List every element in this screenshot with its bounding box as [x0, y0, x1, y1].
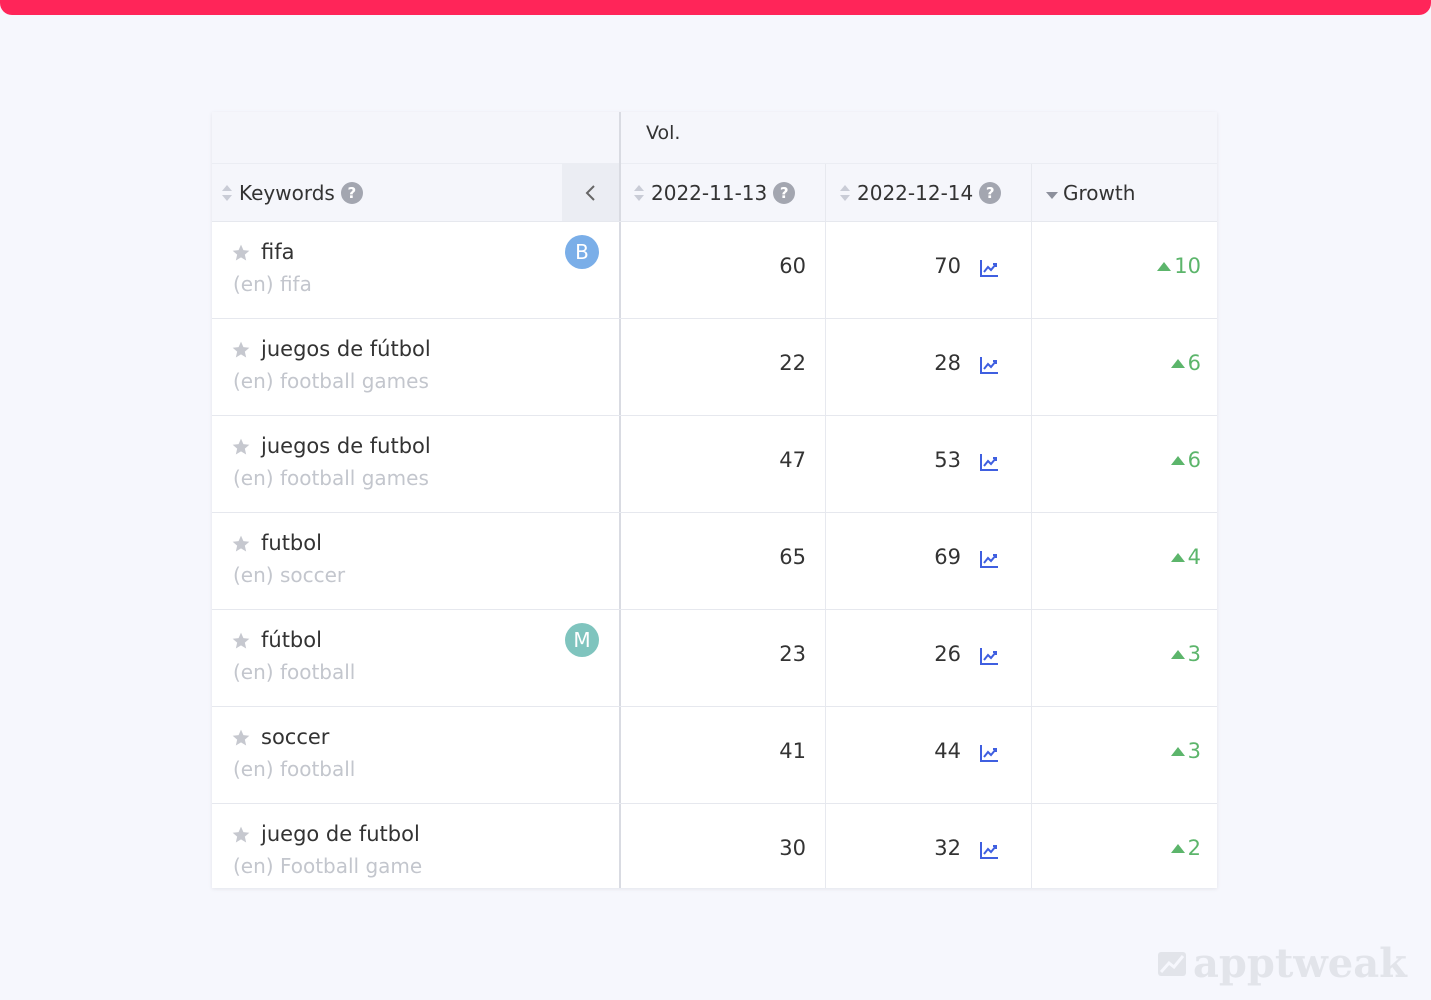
- watermark-text: apptweak: [1193, 940, 1407, 987]
- growth-up-icon: [1170, 358, 1185, 368]
- keyword-translation: (en) fifa: [233, 272, 312, 296]
- volume-date2: 32: [934, 836, 961, 860]
- volume-date1: 47: [779, 448, 806, 472]
- keyword-badge: M: [565, 623, 599, 657]
- trend-chart-icon[interactable]: [979, 743, 999, 763]
- volume-date1: 65: [779, 545, 806, 569]
- apptweak-watermark: apptweak: [1157, 940, 1407, 987]
- column-growth[interactable]: Growth: [1045, 164, 1135, 221]
- sort-icon: [633, 183, 645, 203]
- column-date1-label: 2022-11-13: [651, 180, 768, 205]
- star-icon[interactable]: [231, 437, 251, 457]
- volume-date2: 69: [934, 545, 961, 569]
- growth-up-icon: [1170, 746, 1185, 756]
- table-row[interactable]: fifa (en) fifa B 60 70 10: [212, 221, 1217, 317]
- growth-number: 2: [1187, 836, 1201, 860]
- table-row[interactable]: fútbol (en) football M 23 26 3: [212, 609, 1217, 705]
- keyword-translation: (en) soccer: [233, 563, 346, 587]
- sort-descending-icon: [1045, 183, 1058, 203]
- column-date1[interactable]: 2022-11-13 ?: [633, 164, 796, 221]
- help-icon[interactable]: ?: [340, 181, 363, 204]
- star-icon[interactable]: [231, 243, 251, 263]
- growth-number: 4: [1187, 545, 1201, 569]
- keyword-translation: (en) football games: [233, 369, 429, 393]
- trend-chart-icon[interactable]: [979, 549, 999, 569]
- star-icon[interactable]: [231, 631, 251, 651]
- keyword-text[interactable]: juego de futbol: [261, 822, 420, 846]
- table-row[interactable]: juegos de futbol (en) football games 47 53 6: [212, 415, 1217, 511]
- growth-up-icon: [1170, 649, 1185, 659]
- keyword-translation: (en) football: [233, 757, 356, 781]
- volume-group-label: Vol.: [646, 122, 681, 144]
- trend-chart-icon[interactable]: [979, 355, 999, 375]
- star-icon[interactable]: [231, 340, 251, 360]
- keyword-text[interactable]: fútbol: [261, 628, 322, 652]
- sort-icon: [221, 183, 233, 203]
- star-icon[interactable]: [231, 728, 251, 748]
- growth-up-icon: [1170, 455, 1185, 465]
- volume-date1: 30: [779, 836, 806, 860]
- growth-value: 6: [1170, 448, 1201, 472]
- column-date2-label: 2022-12-14: [857, 180, 974, 205]
- volume-date2: 44: [934, 739, 961, 763]
- keyword-text[interactable]: juegos de futbol: [261, 434, 431, 458]
- column-keywords-label: Keywords: [239, 180, 335, 205]
- trend-chart-icon[interactable]: [979, 646, 999, 666]
- help-icon[interactable]: ?: [773, 181, 796, 204]
- growth-value: 3: [1170, 642, 1201, 666]
- growth-up-icon: [1170, 843, 1185, 853]
- table-row[interactable]: futbol (en) soccer 65 69 4: [212, 512, 1217, 608]
- volume-date1: 22: [779, 351, 806, 375]
- growth-value: 4: [1170, 545, 1201, 569]
- growth-value: 3: [1170, 739, 1201, 763]
- keyword-badge: B: [565, 235, 599, 269]
- growth-number: 10: [1174, 254, 1201, 278]
- trend-chart-icon[interactable]: [979, 840, 999, 860]
- volume-date1: 23: [779, 642, 806, 666]
- chevron-left-icon: [585, 184, 595, 201]
- volume-date2: 53: [934, 448, 961, 472]
- trend-chart-icon[interactable]: [979, 258, 999, 278]
- growth-up-icon: [1170, 552, 1185, 562]
- growth-number: 3: [1187, 739, 1201, 763]
- keyword-text[interactable]: futbol: [261, 531, 322, 555]
- help-icon[interactable]: ?: [979, 181, 1002, 204]
- column-growth-label: Growth: [1063, 180, 1136, 205]
- column-date2[interactable]: 2022-12-14 ?: [839, 164, 1002, 221]
- growth-number: 6: [1187, 351, 1201, 375]
- table-row[interactable]: juego de futbol (en) Football game 30 32 2: [212, 803, 1217, 888]
- column-header-row: Keywords ? 2022-11-13 ? 2022-12-14 ? Gro…: [212, 164, 1217, 221]
- table-row[interactable]: soccer (en) football 41 44 3: [212, 706, 1217, 802]
- volume-date2: 28: [934, 351, 961, 375]
- collapse-column-button[interactable]: [562, 164, 620, 221]
- star-icon[interactable]: [231, 534, 251, 554]
- top-accent-bar: [0, 0, 1431, 15]
- apptweak-logo-icon: [1158, 951, 1186, 976]
- keyword-translation: (en) football games: [233, 466, 429, 490]
- growth-value: 2: [1170, 836, 1201, 860]
- growth-value: 10: [1157, 254, 1201, 278]
- growth-up-icon: [1157, 261, 1172, 271]
- column-keywords[interactable]: Keywords ?: [221, 164, 363, 221]
- keyword-translation: (en) football: [233, 660, 356, 684]
- growth-number: 6: [1187, 448, 1201, 472]
- group-header-row: Vol.: [212, 112, 1217, 164]
- star-icon[interactable]: [231, 825, 251, 845]
- volume-date2: 70: [934, 254, 961, 278]
- keyword-text[interactable]: juegos de fútbol: [261, 337, 431, 361]
- volume-date1: 60: [779, 254, 806, 278]
- trend-chart-icon[interactable]: [979, 452, 999, 472]
- keyword-translation: (en) Football game: [233, 854, 423, 878]
- keyword-text[interactable]: fifa: [261, 240, 295, 264]
- growth-value: 6: [1170, 351, 1201, 375]
- keyword-text[interactable]: soccer: [261, 725, 329, 749]
- keywords-table: Vol. Keywords ? 2022-11-13 ? 2022-12-14 …: [212, 112, 1217, 888]
- volume-date2: 26: [934, 642, 961, 666]
- growth-number: 3: [1187, 642, 1201, 666]
- sort-icon: [839, 183, 851, 203]
- table-row[interactable]: juegos de fútbol (en) football games 22 28 6: [212, 318, 1217, 414]
- volume-date1: 41: [779, 739, 806, 763]
